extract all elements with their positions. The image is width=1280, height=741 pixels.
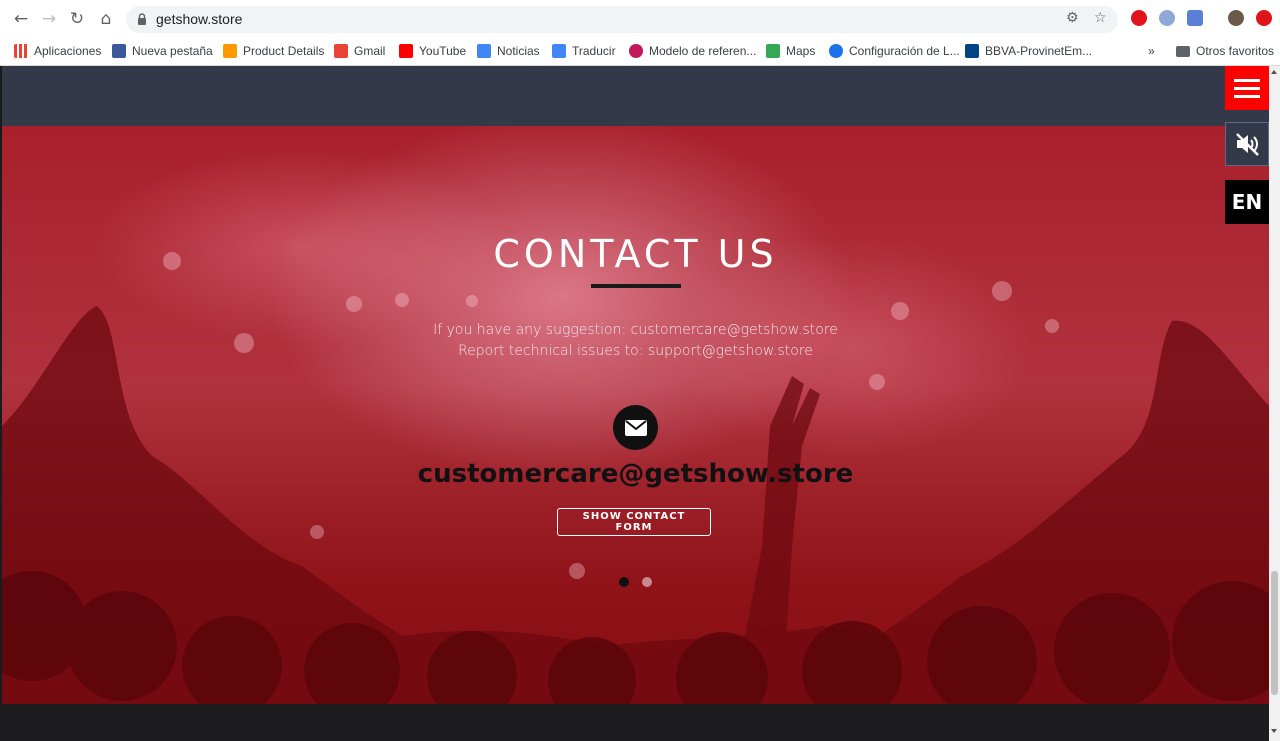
- opera-extension-icon[interactable]: [1131, 10, 1147, 26]
- bookmark-label: Nueva pestaña: [132, 44, 213, 58]
- bookmark-label: Otros favoritos: [1196, 44, 1275, 58]
- bookmarks-bar: Aplicaciones Nueva pestaña Product Detai…: [0, 38, 1280, 66]
- back-arrow-icon[interactable]: ←: [10, 8, 32, 30]
- bookmark-label: Modelo de referen...: [649, 44, 757, 58]
- home-icon[interactable]: ⌂: [95, 8, 117, 30]
- envelope-icon: [613, 405, 658, 450]
- bookmark-label: Maps: [786, 44, 816, 58]
- title-underline: [591, 284, 681, 288]
- bookmark-bbva[interactable]: BBVA-ProvinetEm...: [965, 42, 1092, 60]
- carousel-dot-active[interactable]: [619, 577, 629, 587]
- opera-red-icon[interactable]: [1256, 10, 1272, 26]
- menu-line: [1234, 86, 1260, 90]
- hamburger-menu-button[interactable]: [1225, 66, 1269, 110]
- bookmark-modelo[interactable]: Modelo de referen...: [629, 42, 756, 60]
- config-icon: [829, 44, 843, 58]
- new-extension-icon[interactable]: [1187, 10, 1203, 26]
- webpage: CONTACT US If you have any suggestion: c…: [2, 66, 1269, 741]
- bbva-icon: [965, 44, 979, 58]
- browser-toolbar: ← → ↻ ⌂ getshow.store ⚙ ☆: [0, 0, 1280, 38]
- maps-icon: [766, 44, 780, 58]
- page-scrollbar[interactable]: [1269, 66, 1280, 741]
- muted-speaker-icon: [1236, 133, 1259, 156]
- amazon-icon: [223, 44, 237, 58]
- bookmark-configuracion[interactable]: Configuración de L...: [829, 42, 960, 60]
- bookmark-label: Product Details: [243, 44, 325, 58]
- section-title: CONTACT US: [493, 232, 778, 276]
- menu-line: [1234, 78, 1260, 82]
- bookmark-label: Gmail: [354, 44, 386, 58]
- facebook-icon: [112, 44, 126, 58]
- profile-avatar[interactable]: [1228, 10, 1244, 26]
- lock-icon: [138, 13, 146, 25]
- folder-icon: [1176, 45, 1190, 57]
- site-header-bar: [2, 66, 1269, 126]
- bookmark-traducir[interactable]: Traducir: [552, 42, 616, 60]
- address-bar[interactable]: getshow.store ⚙ ☆: [126, 6, 1118, 33]
- bookmark-label: Configuración de L...: [849, 44, 960, 58]
- bookmarks-overflow-button[interactable]: »: [1148, 42, 1155, 60]
- carousel-dot[interactable]: [642, 577, 652, 587]
- bookmark-product-details[interactable]: Product Details: [223, 42, 324, 60]
- bookmark-label: Traducir: [572, 44, 616, 58]
- modelo-icon: [629, 44, 643, 58]
- bookmark-aplicaciones[interactable]: Aplicaciones: [14, 42, 101, 60]
- bookmark-label: BBVA-ProvinetEm...: [985, 44, 1093, 58]
- language-toggle-button[interactable]: EN: [1225, 180, 1269, 224]
- site-footer: [2, 704, 1269, 741]
- scroll-down-arrow-icon[interactable]: [1271, 729, 1277, 733]
- bookmark-youtube[interactable]: YouTube: [399, 42, 466, 60]
- bookmark-label: Noticias: [497, 44, 540, 58]
- reload-icon[interactable]: ↻: [66, 8, 88, 30]
- other-favorites-folder[interactable]: Otros favoritos: [1176, 42, 1274, 60]
- news-icon: [477, 44, 491, 58]
- extension-icon[interactable]: [1159, 10, 1175, 26]
- bookmark-maps[interactable]: Maps: [766, 42, 815, 60]
- apps-grid-icon: [14, 44, 28, 58]
- star-icon[interactable]: ☆: [1094, 10, 1107, 26]
- translate-icon: [552, 44, 566, 58]
- url-text: getshow.store: [156, 11, 243, 27]
- show-contact-form-button[interactable]: SHOW CONTACT FORM: [557, 508, 711, 536]
- forward-arrow-icon[interactable]: →: [38, 8, 60, 30]
- translate-icon[interactable]: ⚙: [1066, 10, 1079, 26]
- gmail-icon: [334, 44, 348, 58]
- scrollbar-thumb[interactable]: [1271, 571, 1278, 695]
- bookmark-gmail[interactable]: Gmail: [334, 42, 385, 60]
- menu-line: [1234, 94, 1260, 98]
- contact-email[interactable]: customercare@getshow.store: [2, 459, 1269, 489]
- scroll-up-arrow-icon[interactable]: [1271, 70, 1277, 74]
- contact-section: CONTACT US If you have any suggestion: c…: [2, 126, 1269, 704]
- support-text: Report technical issues to: support@gets…: [458, 343, 813, 359]
- youtube-icon: [399, 44, 413, 58]
- bookmark-noticias[interactable]: Noticias: [477, 42, 540, 60]
- bookmark-label: Aplicaciones: [34, 44, 102, 58]
- suggestion-text: If you have any suggestion: customercare…: [433, 322, 838, 338]
- bookmark-nueva-pestana[interactable]: Nueva pestaña: [112, 42, 213, 60]
- bookmark-label: YouTube: [419, 44, 467, 58]
- mute-audio-button[interactable]: [1225, 122, 1269, 166]
